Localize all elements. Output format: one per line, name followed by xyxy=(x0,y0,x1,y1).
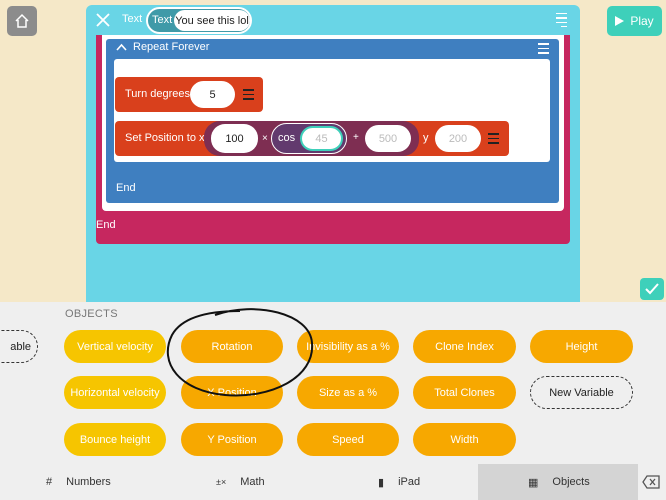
x-offset-input[interactable]: 500 xyxy=(365,125,411,152)
play-icon xyxy=(615,16,625,26)
new-variable-button[interactable]: New Variable xyxy=(530,376,633,409)
chip-height[interactable]: Height xyxy=(530,330,633,363)
ipad-icon: ▮ xyxy=(378,476,385,489)
play-label: Play xyxy=(630,14,654,28)
home-icon xyxy=(15,13,29,28)
chevron-up-icon[interactable] xyxy=(116,43,127,51)
tab-ipad[interactable]: ▮ iPad xyxy=(370,464,478,500)
y-label: y xyxy=(423,132,429,144)
objects-icon: ▦ xyxy=(528,476,539,489)
set-position-menu-icon[interactable] xyxy=(488,133,499,144)
editor-header: Text Text You see this lol xyxy=(86,5,580,35)
chip-y-position[interactable]: Y Position xyxy=(181,423,283,456)
y-input[interactable]: 200 xyxy=(435,125,481,152)
plus-operator: + xyxy=(353,132,359,143)
repeat-forever-label: Repeat Forever xyxy=(133,41,210,53)
chip-rotation[interactable]: Rotation xyxy=(181,330,283,363)
confirm-button[interactable] xyxy=(640,278,664,300)
chip-clone-index[interactable]: Clone Index xyxy=(413,330,516,363)
editor-menu-icon[interactable] xyxy=(556,13,570,27)
hash-icon: # xyxy=(46,476,53,488)
chip-invisibility[interactable]: Invisibility as a % xyxy=(297,330,399,363)
chip-speed[interactable]: Speed xyxy=(297,423,399,456)
text-parameter-label: Text xyxy=(152,14,173,26)
tab-math-label: Math xyxy=(240,476,265,488)
objects-section-label: OBJECTS xyxy=(65,308,118,320)
tab-numbers[interactable]: # Numbers xyxy=(38,464,158,500)
chip-horizontal-velocity[interactable]: Horizontal velocity xyxy=(64,376,166,409)
cos-label: cos xyxy=(278,132,296,144)
turn-degrees-input[interactable]: 5 xyxy=(190,81,235,108)
chip-width[interactable]: Width xyxy=(413,423,516,456)
backspace-icon[interactable] xyxy=(642,475,660,489)
tab-objects-label: Objects xyxy=(552,476,590,488)
chip-vertical-velocity[interactable]: Vertical velocity xyxy=(64,330,166,363)
tab-objects[interactable]: ▦ Objects xyxy=(478,464,638,500)
home-button[interactable] xyxy=(7,6,37,36)
category-tab-bar: # Numbers ±× Math ▮ iPad ▦ Objects xyxy=(0,464,666,500)
code-editor-panel: Text Text You see this lol End Repeat Fo… xyxy=(86,5,580,302)
text-value-field[interactable]: You see this lol xyxy=(174,10,250,31)
repeat-header: Repeat Forever xyxy=(116,41,209,53)
math-icon: ±× xyxy=(216,477,227,487)
chip-size-percent[interactable]: Size as a % xyxy=(297,376,399,409)
tab-numbers-label: Numbers xyxy=(66,476,111,488)
x-factor-input[interactable]: 100 xyxy=(211,124,258,153)
close-icon[interactable] xyxy=(95,12,111,28)
checkmark-icon xyxy=(645,283,659,295)
tab-ipad-label: iPad xyxy=(398,476,421,488)
cos-angle-input[interactable]: 45 xyxy=(300,126,343,151)
turn-block-menu-icon[interactable] xyxy=(243,89,254,100)
turn-degrees-block[interactable]: Turn degrees 5 xyxy=(115,77,263,112)
repeat-end-label: End xyxy=(116,182,136,194)
chip-partial-variable[interactable]: able xyxy=(0,330,38,363)
repeat-forever-block[interactable]: Repeat Forever End Turn degrees 5 Set Po… xyxy=(106,39,559,203)
chip-x-position[interactable]: X Position xyxy=(181,376,283,409)
set-position-block[interactable]: Set Position to x 100 × cos 45 + 500 y 2… xyxy=(115,121,509,156)
header-text-label: Text xyxy=(122,13,143,25)
text-parameter-pill[interactable]: Text You see this lol xyxy=(146,7,252,34)
play-button[interactable]: Play xyxy=(607,6,662,36)
turn-degrees-label: Turn degrees xyxy=(125,88,191,100)
tab-math[interactable]: ±× Math xyxy=(208,464,328,500)
set-position-label: Set Position to x xyxy=(125,132,205,144)
repeat-menu-icon[interactable] xyxy=(538,43,549,54)
chip-total-clones[interactable]: Total Clones xyxy=(413,376,516,409)
chip-bounce-height[interactable]: Bounce height xyxy=(64,423,166,456)
outer-end-label: End xyxy=(96,219,116,231)
multiply-operator: × xyxy=(262,133,268,144)
